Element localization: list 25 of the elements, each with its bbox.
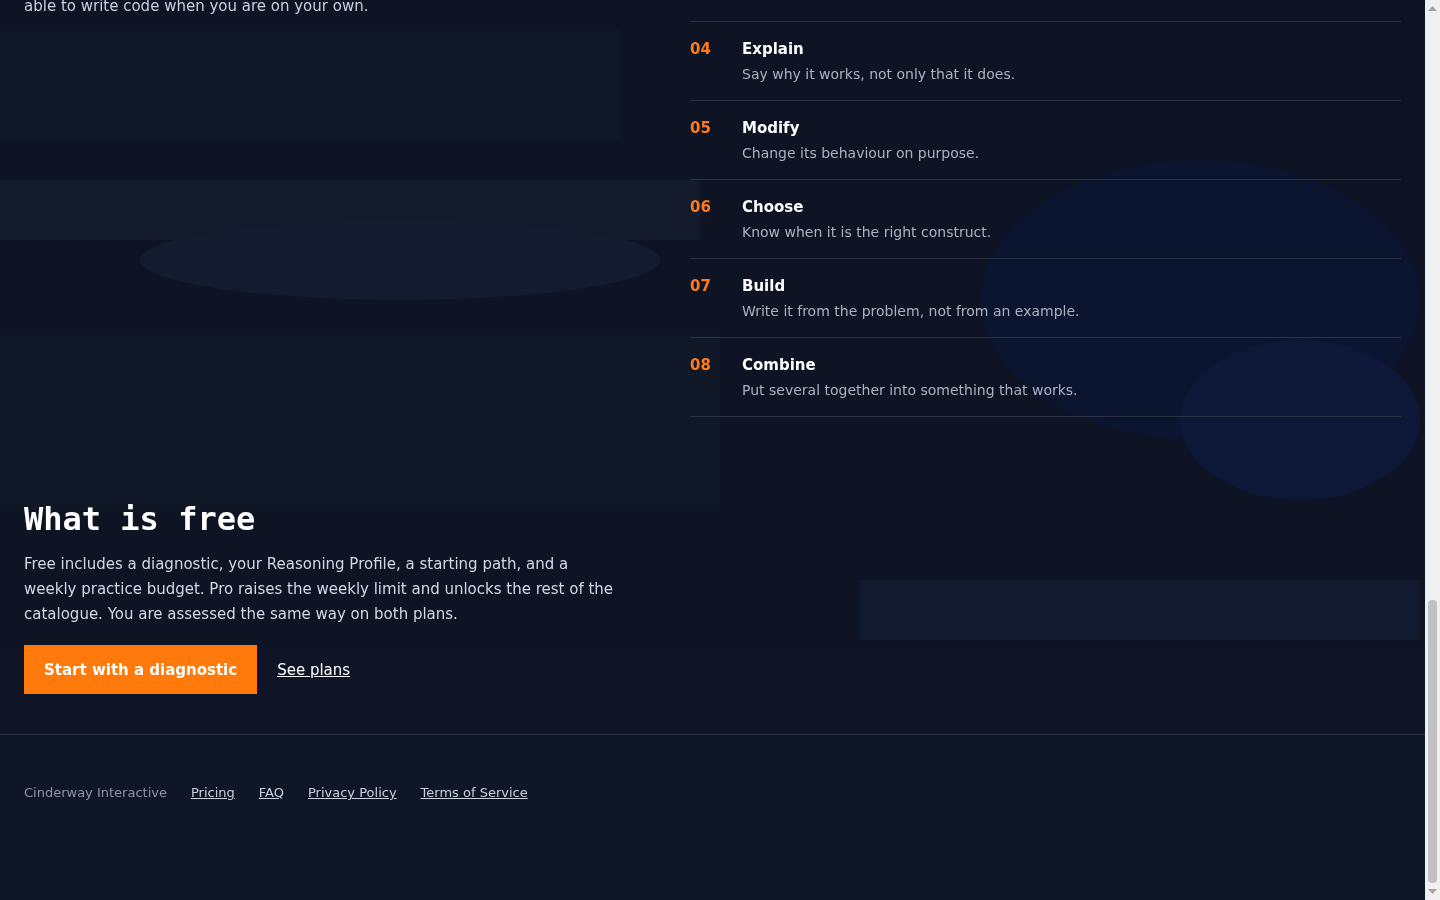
- scrollbar[interactable]: [1425, 0, 1440, 900]
- step-title: Combine: [742, 355, 817, 375]
- step-description: Know when it is the right construct.: [742, 223, 992, 242]
- company-name: Cinderway Interactive: [24, 785, 167, 800]
- section-heading: What is free: [24, 500, 257, 538]
- step-number: 04: [690, 39, 712, 60]
- footer-link[interactable]: FAQ: [258, 785, 284, 800]
- step-number: 07: [690, 276, 712, 297]
- step-title: Explain: [742, 39, 805, 59]
- step-title: Choose: [742, 197, 805, 217]
- step-description: Change its behaviour on purpose.: [742, 144, 980, 163]
- step-description: Write it from the problem, not from an example.: [742, 302, 1080, 321]
- footer-link[interactable]: Pricing: [191, 785, 235, 800]
- footer-link[interactable]: Terms of Service: [420, 785, 528, 800]
- footer-link[interactable]: Privacy Policy: [308, 785, 397, 800]
- step-number: 06: [690, 197, 712, 218]
- step-number: 08: [690, 355, 712, 376]
- step-title: Modify: [742, 118, 801, 138]
- step-number: 05: [690, 118, 712, 139]
- see-plans-link[interactable]: See plans: [277, 660, 351, 679]
- intro-text: able to write code when you are on your own.: [24, 0, 370, 14]
- free-plan-text: Free includes a diagnostic, your Reasoning Profile, a starting path, and a weekly practice budget. Pro raises the weekly limit and unlocks the rest of the catalogue. You are assessed the same way on both plans.: [24, 554, 615, 625]
- step-description: Put several together into something that works.: [742, 381, 1078, 400]
- step-description: Say why it works, not only that it does.: [742, 65, 1016, 84]
- step-title: Build: [742, 276, 787, 296]
